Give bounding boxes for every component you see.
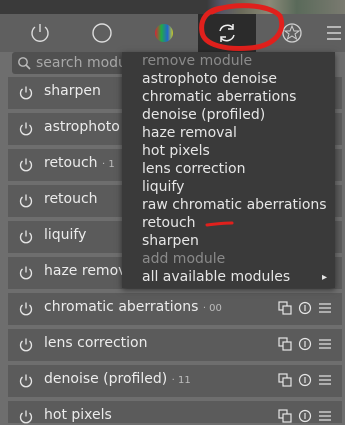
module-name: chromatic aberrations · 00	[44, 299, 222, 315]
menu-item-liquify[interactable]: liquify	[142, 179, 184, 195]
circle-icon	[92, 23, 112, 43]
multi-instance-icon[interactable]	[278, 373, 292, 387]
search-box[interactable]	[12, 52, 132, 74]
reset-icon[interactable]	[298, 337, 312, 351]
module-name: sharpen	[44, 83, 101, 99]
tab-active-modules[interactable]	[28, 21, 52, 45]
menu-item-all-available-modules[interactable]: all available modules	[142, 269, 290, 285]
thumbnail-strip	[0, 0, 345, 14]
module-row-chromatic-aberrations[interactable]: chromatic aberrations · 00	[8, 293, 342, 325]
presets-icon[interactable]	[318, 337, 332, 351]
module-row-hot-pixels[interactable]: hot pixels	[8, 401, 342, 424]
menu-header-add-module: add module	[142, 251, 226, 267]
tab-effect[interactable]	[280, 21, 304, 45]
presets-icon[interactable]	[318, 409, 332, 423]
power-icon	[31, 24, 49, 42]
power-icon[interactable]	[18, 157, 34, 173]
power-icon[interactable]	[18, 337, 34, 353]
module-row-lens-correction[interactable]: lens correction	[8, 329, 342, 361]
menu-item-retouch[interactable]: retouch	[142, 215, 196, 231]
tab-presets-menu[interactable]	[325, 21, 341, 45]
reset-icon[interactable]	[298, 373, 312, 387]
multi-instance-icon[interactable]	[278, 301, 292, 315]
module-name: retouch · 1	[44, 155, 115, 171]
menu-item-raw-chromatic-aberrations[interactable]: raw chromatic aberrations	[142, 197, 327, 213]
reset-icon[interactable]	[298, 409, 312, 423]
hamburger-icon	[327, 26, 341, 40]
star-shape-icon	[282, 23, 302, 43]
menu-item-astrophoto-denoise[interactable]: astrophoto denoise	[142, 71, 277, 87]
power-icon[interactable]	[18, 265, 34, 281]
presets-icon[interactable]	[318, 301, 332, 315]
search-input[interactable]	[36, 53, 130, 73]
multi-instance-icon[interactable]	[278, 337, 292, 351]
submenu-arrow-icon: ▸	[321, 272, 327, 283]
search-icon	[18, 57, 31, 70]
instance-label: · 1	[102, 159, 115, 170]
module-name: denoise (profiled) · 11	[44, 371, 191, 387]
tab-base[interactable]	[90, 21, 114, 45]
module-group-context-menu: remove module astrophoto denoise chromat…	[122, 52, 335, 288]
tab-correct[interactable]	[215, 21, 239, 45]
menu-header-remove-module: remove module	[142, 53, 253, 69]
power-icon[interactable]	[18, 193, 34, 209]
power-icon[interactable]	[18, 301, 34, 317]
module-name: hot pixels	[44, 407, 112, 423]
power-icon[interactable]	[18, 85, 34, 101]
module-row-denoise-profiled[interactable]: denoise (profiled) · 11	[8, 365, 342, 397]
color-icon	[155, 24, 173, 42]
module-name: retouch	[44, 191, 98, 207]
module-group-tabs	[0, 14, 345, 52]
menu-item-lens-correction[interactable]: lens correction	[142, 161, 245, 177]
reload-icon	[219, 24, 235, 42]
menu-item-chromatic-aberrations[interactable]: chromatic aberrations	[142, 89, 296, 105]
instance-label: · 11	[171, 375, 191, 386]
instance-label: · 00	[202, 303, 222, 314]
power-icon[interactable]	[18, 121, 34, 137]
menu-item-haze-removal[interactable]: haze removal	[142, 125, 237, 141]
power-icon[interactable]	[18, 373, 34, 389]
menu-item-sharpen[interactable]: sharpen	[142, 233, 199, 249]
module-name: liquify	[44, 227, 87, 243]
presets-icon[interactable]	[318, 373, 332, 387]
menu-item-denoise-profiled[interactable]: denoise (profiled)	[142, 107, 265, 123]
power-icon[interactable]	[18, 229, 34, 245]
multi-instance-icon[interactable]	[278, 409, 292, 423]
tab-color[interactable]	[152, 21, 176, 45]
module-name: lens correction	[44, 335, 148, 351]
menu-item-hot-pixels[interactable]: hot pixels	[142, 143, 210, 159]
reset-icon[interactable]	[298, 301, 312, 315]
